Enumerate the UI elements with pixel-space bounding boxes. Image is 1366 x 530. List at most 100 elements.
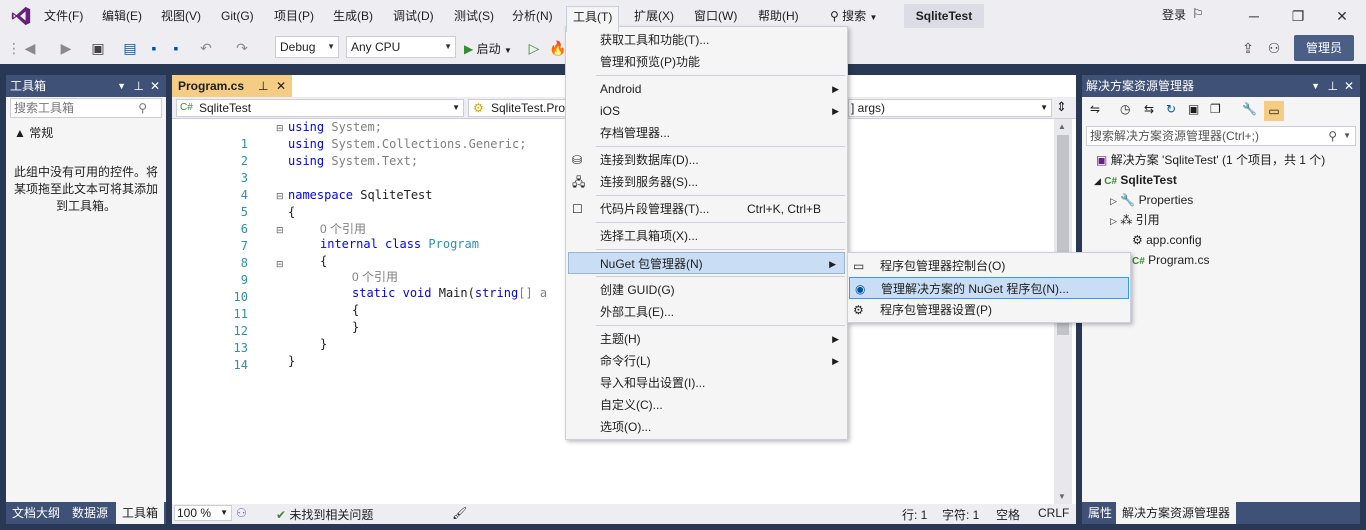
issues-indicator[interactable]: ✔ 未找到相关问题 (276, 506, 373, 523)
config-select[interactable]: Debug ▼ (275, 36, 339, 58)
menu-test[interactable]: 测试(S) (450, 6, 498, 26)
menu-external-tools[interactable]: 外部工具(E)... (566, 301, 847, 323)
toolbox-search-input[interactable]: 搜索工具箱 ⚲ (10, 98, 162, 118)
nav-project-select[interactable]: C# SqliteTest ▼ (176, 99, 464, 117)
start-without-debug-icon[interactable]: ▷ (524, 38, 544, 58)
close-icon[interactable]: ✕ (1324, 4, 1360, 28)
menu-manage-preview[interactable]: 管理和预览(P)功能 (566, 51, 847, 73)
line-indicator[interactable]: 行: 1 (902, 506, 927, 523)
menu-customize[interactable]: 自定义(C)... (566, 394, 847, 416)
menu-edit[interactable]: 编辑(E) (98, 6, 146, 26)
save-all-icon[interactable]: ▪ (166, 38, 186, 58)
menu-project[interactable]: 项目(P) (270, 6, 318, 26)
tree-item-app-config[interactable]: ⚙ app.config (1132, 230, 1202, 250)
char-indicator[interactable]: 字符: 1 (942, 506, 979, 523)
collapse-icon[interactable]: ⊟ (276, 222, 284, 239)
menu-analyze[interactable]: 分析(N) (508, 6, 557, 26)
collapse-icon[interactable]: ⊟ (276, 256, 284, 273)
search-menu[interactable]: ⚲ 搜索 ▼ (830, 6, 877, 26)
menu-create-guid[interactable]: 创建 GUID(G) (566, 279, 847, 301)
menu-options[interactable]: 选项(O)... (566, 416, 847, 438)
tab-program-cs[interactable]: Program.cs ⊥ ✕ (172, 75, 292, 97)
redo-icon[interactable]: ↷ (232, 38, 252, 58)
navigate-back-icon[interactable]: ◀ (20, 38, 40, 58)
close-panel-icon[interactable]: ✕ (1344, 75, 1354, 97)
code-lens-references[interactable]: 0 个引用 (352, 269, 398, 286)
live-share-icon[interactable]: ⚇ (1264, 38, 1284, 58)
intellicode-icon[interactable]: ⚇ (236, 506, 247, 520)
pin-icon[interactable]: ⊥ (134, 75, 144, 97)
menu-get-tools[interactable]: 获取工具和功能(T)... (566, 29, 847, 51)
new-project-icon[interactable]: ▣ (88, 38, 108, 58)
menu-connect-database[interactable]: ⛁ 连接到数据库(D)... (566, 149, 847, 171)
tab-document-outline[interactable]: 文档大纲 (6, 502, 66, 524)
collapse-icon[interactable]: ⊟ (276, 188, 284, 205)
cleanup-icon[interactable]: 🖌 (452, 506, 467, 520)
pin-icon[interactable]: ⊥ (1328, 75, 1338, 97)
settings-icon[interactable]: ⚙ (1062, 77, 1073, 91)
tab-data-sources[interactable]: 数据源 (66, 502, 114, 524)
switch-views-icon[interactable]: ⇋ (1090, 102, 1100, 116)
tab-list-dropdown-icon[interactable]: ▼ (1046, 79, 1055, 89)
menu-theme[interactable]: 主题(H) ▶ (566, 328, 847, 350)
admin-badge[interactable]: 管理员 (1294, 35, 1354, 61)
platform-select[interactable]: Any CPU ▼ (346, 36, 456, 58)
dropdown-icon[interactable]: ▼ (1311, 75, 1320, 97)
sign-in-link[interactable]: 登录 (1162, 6, 1186, 23)
open-folder-icon[interactable]: ▤ (120, 38, 140, 58)
menu-nuget-package-manager[interactable]: NuGet 包管理器(N) ▶ (568, 252, 845, 274)
tree-solution-node[interactable]: ▣ 解决方案 'SqliteTest' (1 个项目，共 1 个) (1096, 150, 1325, 170)
menu-file[interactable]: 文件(F) (40, 6, 87, 26)
line-ending-indicator[interactable]: CRLF (1038, 506, 1069, 520)
nav-member-select[interactable]: ] args) ▼ (848, 99, 1052, 117)
tree-item-properties[interactable]: ▷ 🔧 Properties (1110, 190, 1193, 210)
show-all-files-icon[interactable]: ❐ (1210, 102, 1221, 116)
save-icon[interactable]: ▪ (144, 38, 164, 58)
close-tab-icon[interactable]: ✕ (276, 75, 286, 97)
menu-tools[interactable]: 工具(T) (566, 6, 620, 32)
close-panel-icon[interactable]: ✕ (150, 75, 160, 97)
tree-item-references[interactable]: ▷ ⁂ 引用 (1110, 210, 1160, 230)
tab-solution-explorer[interactable]: 解决方案资源管理器 (1116, 502, 1237, 524)
undo-icon[interactable]: ↶ (196, 38, 216, 58)
collapse-all-icon[interactable]: ▣ (1188, 102, 1199, 116)
menu-code-snippets[interactable]: ☐ 代码片段管理器(T)... Ctrl+K, Ctrl+B (566, 198, 847, 220)
history-icon[interactable]: ◷ (1120, 102, 1130, 116)
tab-toolbox[interactable]: 工具箱 (116, 502, 165, 524)
share-icon[interactable]: ⇪ (1238, 38, 1258, 58)
menu-git[interactable]: Git(G) (217, 6, 258, 26)
menu-help[interactable]: 帮助(H) (754, 6, 803, 26)
preview-icon[interactable]: ▭ (1264, 101, 1284, 121)
toolbox-section-general[interactable]: ▲ 常规 (14, 124, 53, 141)
tree-item-program-cs[interactable]: C# Program.cs (1132, 250, 1210, 270)
whitespace-indicator[interactable]: 空格 (996, 506, 1020, 523)
menu-view[interactable]: 视图(V) (157, 6, 205, 26)
refresh-icon[interactable]: ↻ (1166, 102, 1176, 116)
menu-build[interactable]: 生成(B) (329, 6, 377, 26)
menu-archive-manager[interactable]: 存档管理器... (566, 122, 847, 144)
menu-command-line[interactable]: 命令行(L) ▶ (566, 350, 847, 372)
solution-search-input[interactable]: 搜索解决方案资源管理器(Ctrl+;) ⚲ ▼ (1086, 126, 1356, 146)
tree-project-node[interactable]: ◢ C# SqliteTest (1094, 170, 1177, 190)
split-editor-icon[interactable]: ⇕ (1056, 99, 1067, 115)
menu-package-manager-settings[interactable]: ⚙ 程序包管理器设置(P) (848, 299, 1130, 321)
nav-class-select[interactable]: ⚙ SqliteTest.Pro (468, 99, 566, 117)
navigate-forward-icon[interactable]: ▶ (56, 38, 76, 58)
zoom-select[interactable]: 100 % ▼ (174, 505, 232, 521)
restore-icon[interactable]: ❐ (1280, 4, 1316, 28)
feedback-icon[interactable]: ⚐ (1192, 6, 1204, 22)
collapse-icon[interactable]: ⊟ (276, 120, 284, 137)
menu-ios[interactable]: iOS ▶ (566, 100, 847, 122)
minimize-icon[interactable]: ─ (1236, 4, 1272, 28)
menu-android[interactable]: Android ▶ (566, 78, 847, 100)
menu-connect-server[interactable]: 🖧 连接到服务器(S)... (566, 171, 847, 193)
menu-debug[interactable]: 调试(D) (389, 6, 438, 26)
menu-window[interactable]: 窗口(W) (690, 6, 741, 26)
menu-import-export-settings[interactable]: 导入和导出设置(I)... (566, 372, 847, 394)
menu-choose-toolbox-items[interactable]: 选择工具箱项(X)... (566, 225, 847, 247)
start-button[interactable]: ▶ 启动 ▼ (464, 40, 512, 58)
sync-icon[interactable]: ⇆ (1144, 102, 1154, 116)
scroll-up-icon[interactable]: ▲ (1058, 122, 1066, 131)
tab-properties[interactable]: 属性 (1082, 502, 1118, 524)
dropdown-icon[interactable]: ▼ (117, 75, 126, 97)
